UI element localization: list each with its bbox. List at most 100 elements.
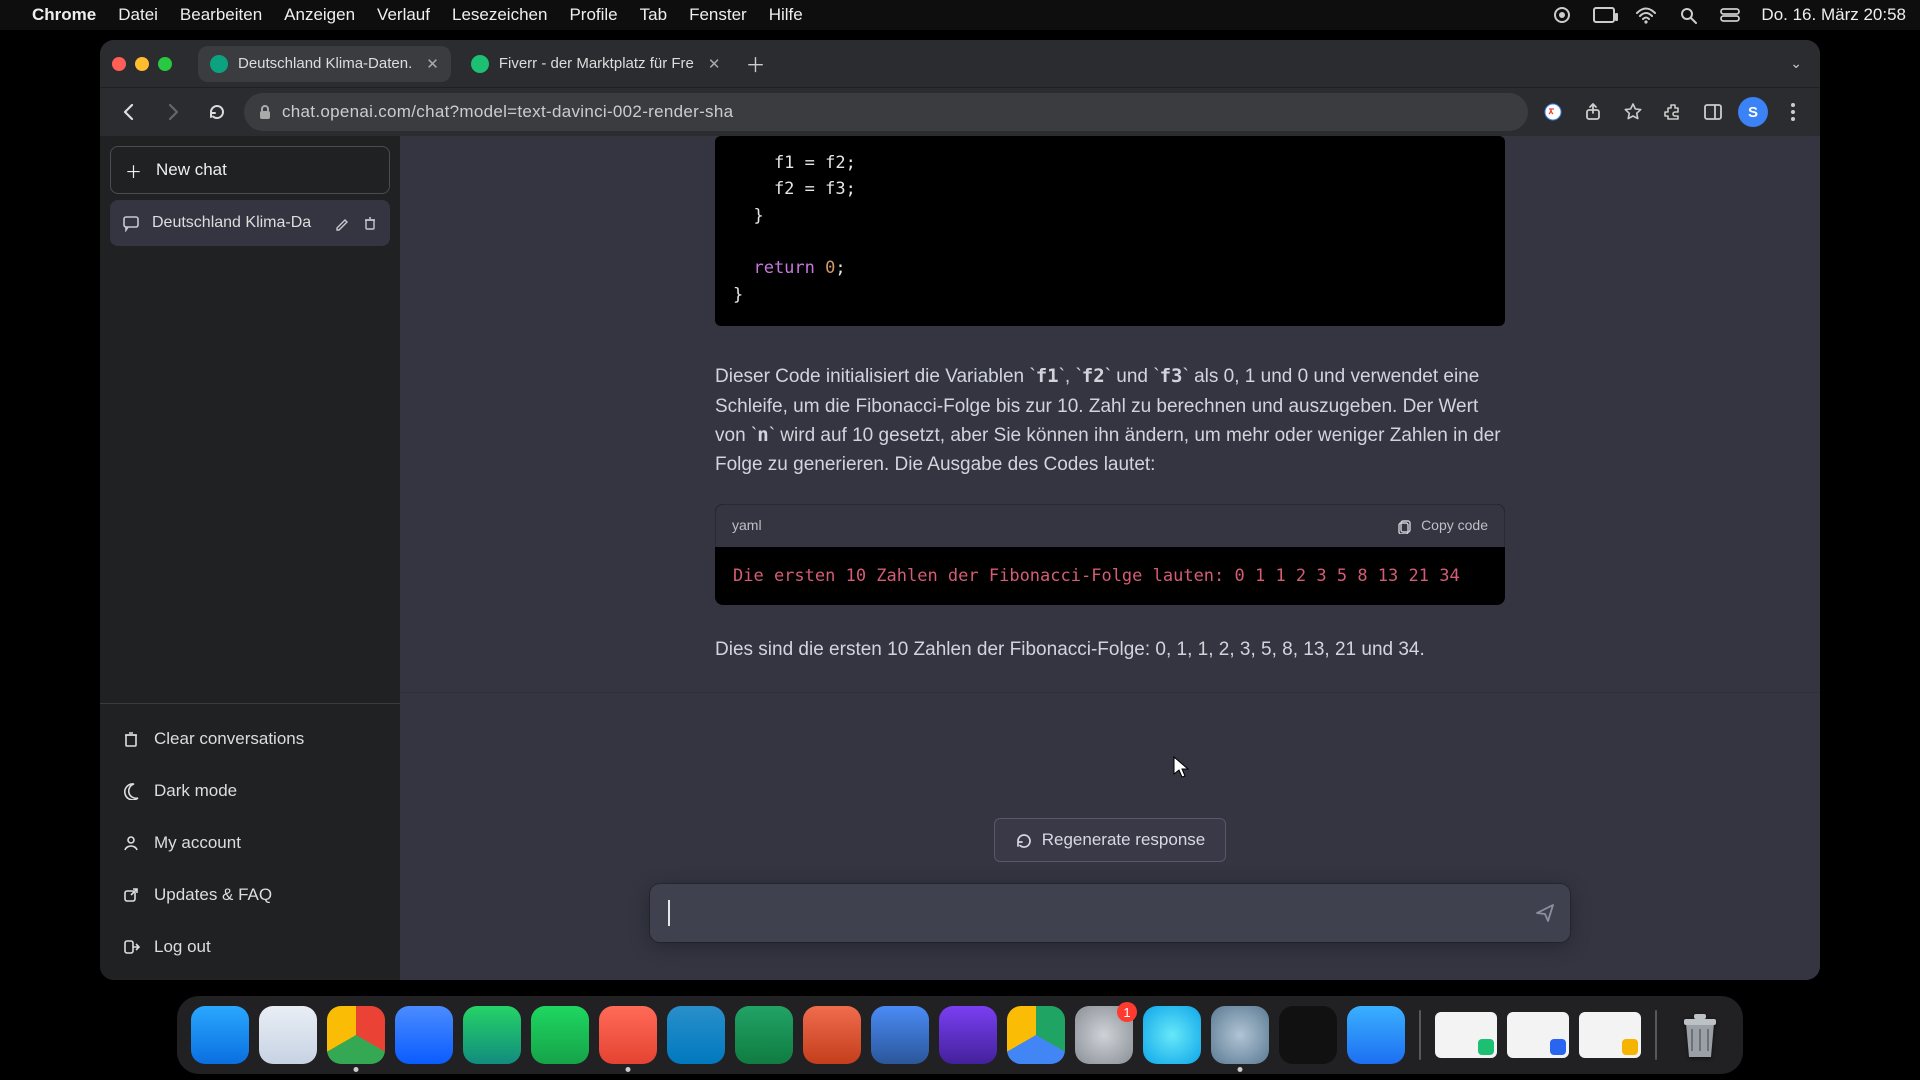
dock-trash[interactable] (1671, 1006, 1729, 1064)
sidebar-clear-conversations[interactable]: Clear conversations (110, 716, 390, 762)
omnibox-url: chat.openai.com/chat?model=text-davinci-… (282, 102, 733, 122)
dock-appstore[interactable] (1347, 1006, 1405, 1064)
dock-powerpoint[interactable] (803, 1006, 861, 1064)
trash-icon (122, 730, 140, 748)
side-panel-icon[interactable] (1698, 97, 1728, 127)
control-center-icon[interactable] (1719, 4, 1741, 26)
favicon-fiverr (471, 55, 489, 73)
menu-anzeigen[interactable]: Anzeigen (284, 5, 355, 25)
dock-separator (1655, 1010, 1657, 1060)
conversation-title: Deutschland Klima-Da (152, 214, 322, 232)
edit-icon[interactable] (334, 215, 350, 231)
output-text: Die ersten 10 Zahlen der Fibonacci-Folge… (715, 547, 1505, 605)
minimize-window[interactable] (135, 57, 149, 71)
menu-datei[interactable]: Datei (118, 5, 158, 25)
dock-siri[interactable] (1143, 1006, 1201, 1064)
regenerate-label: Regenerate response (1042, 830, 1206, 850)
message-divider (400, 692, 1820, 693)
forward-button[interactable] (156, 95, 190, 129)
dock-separator (1419, 1010, 1421, 1060)
output-header: yaml Copy code (715, 504, 1505, 547)
dock-trello[interactable] (667, 1006, 725, 1064)
dock-settings[interactable] (1075, 1006, 1133, 1064)
dock-minimized-window-2[interactable] (1507, 1012, 1569, 1058)
new-chat-button[interactable]: ＋ New chat (110, 146, 390, 194)
tab-close-icon[interactable]: ✕ (708, 55, 721, 73)
label: Updates & FAQ (154, 885, 272, 905)
menu-verlauf[interactable]: Verlauf (377, 5, 430, 25)
dock-whatsapp[interactable] (463, 1006, 521, 1064)
back-button[interactable] (112, 95, 146, 129)
menu-hilfe[interactable]: Hilfe (769, 5, 803, 25)
menu-tab[interactable]: Tab (640, 5, 667, 25)
output-lang: yaml (732, 515, 762, 537)
new-tab-button[interactable]: ＋ (740, 49, 770, 79)
clipboard-icon (1397, 518, 1413, 534)
sidebar-updates-faq[interactable]: Updates & FAQ (110, 872, 390, 918)
main-area: f1 = f2; f2 = f3; } return 0; } Dieser C… (400, 136, 1820, 980)
dock-voice-memos[interactable] (1279, 1006, 1337, 1064)
dock-quicktime[interactable] (1211, 1006, 1269, 1064)
close-window[interactable] (112, 57, 126, 71)
menu-lesezeichen[interactable]: Lesezeichen (452, 5, 547, 25)
lock-icon (258, 104, 272, 120)
dock-zoom[interactable] (395, 1006, 453, 1064)
text-caret (668, 900, 670, 926)
trash-icon[interactable] (362, 215, 378, 231)
macos-dock (177, 996, 1743, 1074)
dock-chrome[interactable] (327, 1006, 385, 1064)
browser-toolbar: chat.openai.com/chat?model=text-davinci-… (100, 88, 1820, 136)
share-icon[interactable] (1578, 97, 1608, 127)
tab-active[interactable]: Deutschland Klima-Daten. ✕ (198, 46, 451, 82)
dock-drive[interactable] (1007, 1006, 1065, 1064)
status-record-icon[interactable] (1551, 4, 1573, 26)
reload-button[interactable] (200, 95, 234, 129)
chat-bubble-icon (122, 214, 140, 232)
sidebar-my-account[interactable]: My account (110, 820, 390, 866)
dock-minimized-window-3[interactable] (1579, 1012, 1641, 1058)
sidebar-dark-mode[interactable]: Dark mode (110, 768, 390, 814)
bookmark-star-icon[interactable] (1618, 97, 1648, 127)
label: Log out (154, 937, 211, 957)
menu-profile[interactable]: Profile (569, 5, 617, 25)
extensions-icon[interactable] (1658, 97, 1688, 127)
dock-word[interactable] (871, 1006, 929, 1064)
tab-fiverr[interactable]: Fiverr - der Marktplatz für Fre ✕ (459, 46, 733, 82)
tab-search-caret[interactable]: ⌄ (1790, 55, 1802, 72)
zoom-window[interactable] (158, 57, 172, 71)
battery-icon[interactable] (1593, 4, 1615, 26)
conversation-item-active[interactable]: Deutschland Klima-Da (110, 200, 390, 246)
regenerate-button[interactable]: Regenerate response (994, 818, 1227, 862)
spotlight-icon[interactable] (1677, 4, 1699, 26)
chrome-menu-icon[interactable] (1778, 97, 1808, 127)
send-icon[interactable] (1534, 902, 1556, 924)
profile-avatar[interactable]: S (1738, 97, 1768, 127)
macos-menubar: Chrome Datei Bearbeiten Anzeigen Verlauf… (0, 0, 1920, 30)
dock-minimized-window-1[interactable] (1435, 1012, 1497, 1058)
copy-code-button[interactable]: Copy code (1397, 515, 1488, 537)
tab-close-icon[interactable]: ✕ (426, 55, 439, 73)
omnibox[interactable]: chat.openai.com/chat?model=text-davinci-… (244, 93, 1528, 131)
google-translate-icon[interactable] (1538, 97, 1568, 127)
wifi-icon[interactable] (1635, 4, 1657, 26)
chatgpt-page: ＋ New chat Deutschland Klima-Da Clear co… (100, 136, 1820, 980)
dock-excel[interactable] (735, 1006, 793, 1064)
dock-finder[interactable] (191, 1006, 249, 1064)
label: Dark mode (154, 781, 237, 801)
dock-imovie[interactable] (939, 1006, 997, 1064)
menubar-clock[interactable]: Do. 16. März 20:58 (1761, 5, 1906, 25)
menu-bearbeiten[interactable]: Bearbeiten (180, 5, 262, 25)
assistant-message: f1 = f2; f2 = f3; } return 0; } Dieser C… (400, 136, 1820, 713)
menu-fenster[interactable]: Fenster (689, 5, 747, 25)
dock-safari[interactable] (259, 1006, 317, 1064)
tab-title: Deutschland Klima-Daten. (238, 55, 412, 72)
sidebar-logout[interactable]: Log out (110, 924, 390, 970)
conversation-scroll[interactable]: f1 = f2; f2 = f3; } return 0; } Dieser C… (400, 136, 1820, 790)
menubar-app[interactable]: Chrome (32, 5, 96, 25)
dock-todoist[interactable] (599, 1006, 657, 1064)
message-input[interactable] (650, 884, 1570, 942)
composer-area: Regenerate response (400, 790, 1820, 980)
external-link-icon (122, 886, 140, 904)
label: Clear conversations (154, 729, 304, 749)
dock-spotify[interactable] (531, 1006, 589, 1064)
